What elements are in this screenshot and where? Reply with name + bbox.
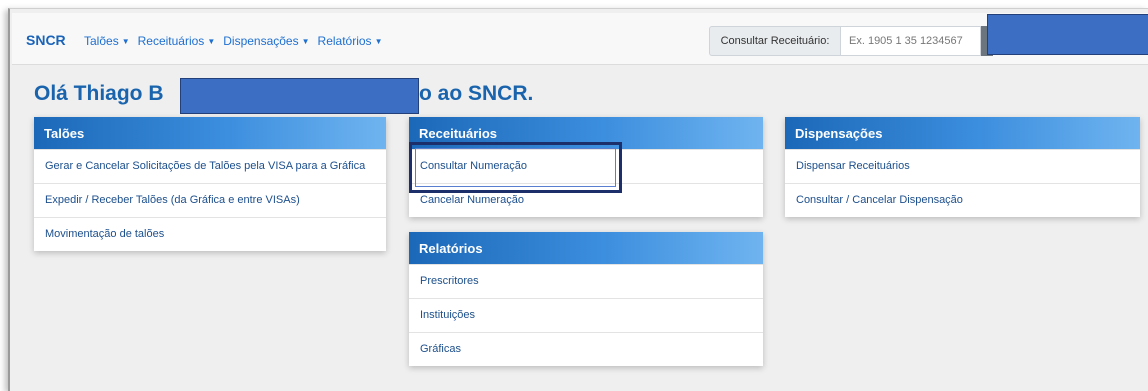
menu-receituarios[interactable]: Receituários ▼ (138, 34, 216, 48)
link-dispensar-receituarios[interactable]: Dispensar Receituários (785, 149, 1140, 183)
navbar: SNCR Talões ▼ Receituários ▼ Dispensações ▼… (12, 13, 1148, 65)
caret-down-icon: ▼ (121, 37, 130, 46)
panel-relatorios: Relatórios Prescritores Instituições Grá… (409, 232, 763, 366)
page-greeting-end: o ao SNCR. (419, 82, 534, 105)
panel-receituarios-title: Receituários (409, 117, 763, 149)
panel-relatorios-title: Relatórios (409, 232, 763, 264)
redaction-block (987, 14, 1148, 55)
menu-dispensacoes-label: Dispensações (223, 34, 299, 48)
menu-relatorios-label: Relatórios (317, 34, 372, 48)
link-expedir-receber-taloes[interactable]: Expedir / Receber Talões (da Gráfica e e… (34, 183, 386, 217)
app-frame: SNCR Talões ▼ Receituários ▼ Dispensações ▼… (8, 8, 1148, 391)
link-movimentacao-taloes[interactable]: Movimentação de talões (34, 217, 386, 251)
link-consultar-numeracao[interactable]: Consultar Numeração (409, 149, 763, 183)
link-graficas[interactable]: Gráficas (409, 332, 763, 366)
search-label: Consultar Receituário: (709, 26, 841, 56)
panel-dispensacoes: Dispensações Dispensar Receituários Cons… (785, 117, 1140, 217)
panel-dispensacoes-title: Dispensações (785, 117, 1140, 149)
link-prescritores[interactable]: Prescritores (409, 264, 763, 298)
link-consultar-cancelar-dispensacao[interactable]: Consultar / Cancelar Dispensação (785, 183, 1140, 217)
link-cancelar-numeracao[interactable]: Cancelar Numeração (409, 183, 763, 217)
panel-taloes: Talões Gerar e Cancelar Solicitações de … (34, 117, 386, 251)
panel-receituarios: Receituários Consultar Numeração Cancela… (409, 117, 763, 217)
menu-taloes-label: Talões (84, 34, 119, 48)
main-menu: Talões ▼ Receituários ▼ Dispensações ▼ Rela… (84, 34, 382, 48)
search-input[interactable] (841, 26, 981, 56)
redaction-block (180, 78, 419, 114)
menu-relatorios[interactable]: Relatórios ▼ (318, 34, 383, 48)
page-greeting: Olá Thiago B (34, 82, 164, 105)
panel-taloes-title: Talões (34, 117, 386, 149)
menu-receituarios-label: Receituários (137, 34, 205, 48)
menu-dispensacoes[interactable]: Dispensações ▼ (223, 34, 309, 48)
menu-taloes[interactable]: Talões ▼ (84, 34, 130, 48)
caret-down-icon: ▼ (301, 37, 310, 46)
link-instituicoes[interactable]: Instituições (409, 298, 763, 332)
caret-down-icon: ▼ (374, 37, 383, 46)
caret-down-icon: ▼ (207, 37, 216, 46)
brand-logo[interactable]: SNCR (26, 32, 66, 48)
link-gerar-cancelar-solicitacoes[interactable]: Gerar e Cancelar Solicitações de Talões … (34, 149, 386, 183)
